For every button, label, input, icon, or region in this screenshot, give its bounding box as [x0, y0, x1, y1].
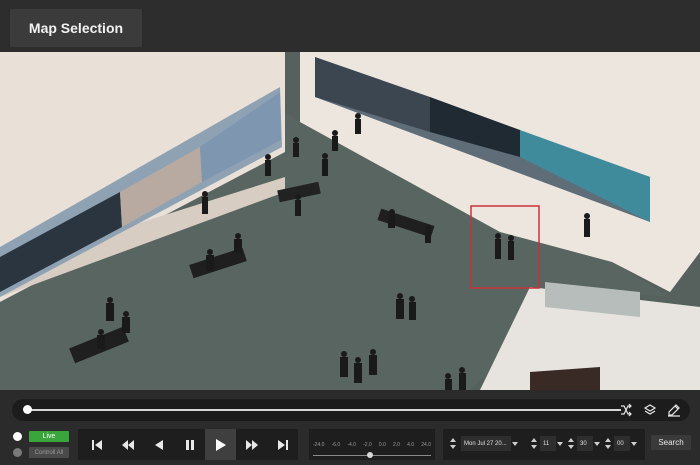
step-back-icon[interactable] [143, 429, 174, 460]
speed-tick-label: -4.0 [347, 442, 356, 448]
edit-icon[interactable] [666, 402, 682, 418]
layers-icon[interactable] [642, 402, 658, 418]
control-all-button[interactable]: Controll All [29, 447, 69, 458]
hour-spinner-icon[interactable] [531, 437, 537, 450]
control-bar: Live Controll All -24.0 -6.0 -4.0 -2.0 0… [0, 425, 700, 465]
camera-scene [0, 52, 700, 390]
live-radio[interactable] [13, 432, 22, 441]
hour-dropdown-icon[interactable] [557, 437, 563, 450]
second-spinner-icon[interactable] [605, 437, 611, 450]
control-all-radio[interactable] [13, 448, 22, 457]
rewind-icon[interactable] [112, 429, 143, 460]
speed-tick-label: -24.0 [313, 442, 325, 448]
play-icon[interactable] [205, 429, 236, 460]
timeline-scrubber-knob[interactable] [23, 405, 32, 414]
minute-dropdown-icon[interactable] [594, 437, 600, 450]
app-header: Map Selection [0, 0, 700, 52]
speed-tick-label: -2.0 [363, 442, 372, 448]
playback-speed-slider[interactable]: -24.0 -6.0 -4.0 -2.0 0.0 2.0 4.0 24.0 [309, 429, 435, 460]
hour-field[interactable]: 11 [540, 436, 556, 451]
pause-icon[interactable] [174, 429, 205, 460]
speed-knob[interactable] [367, 452, 373, 458]
minute-spinner-icon[interactable] [568, 437, 574, 450]
speed-scale: -24.0 -6.0 -4.0 -2.0 0.0 2.0 4.0 24.0 [313, 442, 431, 448]
video-feed[interactable] [0, 52, 700, 390]
search-button[interactable]: Search [651, 435, 691, 450]
timeline-bar [12, 399, 690, 421]
fast-forward-icon[interactable] [236, 429, 267, 460]
skip-end-icon[interactable] [267, 429, 298, 460]
playback-controls [78, 429, 298, 460]
speed-tick-label: 2.0 [393, 442, 400, 448]
date-field[interactable]: Mon Jul 27 20... [461, 436, 511, 451]
second-field[interactable]: 00 [614, 436, 630, 451]
skip-start-icon[interactable] [81, 429, 112, 460]
date-spinner-icon[interactable] [450, 437, 456, 450]
speed-tick-label: 0.0 [378, 442, 386, 448]
live-button[interactable]: Live [29, 431, 69, 442]
speed-tick-label: -6.0 [331, 442, 341, 448]
minute-field[interactable]: 30 [577, 436, 593, 451]
speed-tick-label: 24.0 [421, 442, 431, 448]
datetime-picker: Mon Jul 27 20... 11 30 00 [443, 429, 645, 460]
tab-map-selection[interactable]: Map Selection [10, 9, 142, 47]
timeline-track[interactable] [26, 409, 621, 411]
shuffle-icon[interactable] [618, 402, 634, 418]
date-dropdown-icon[interactable] [512, 437, 518, 450]
second-dropdown-icon[interactable] [631, 437, 637, 450]
speed-tick-label: 4.0 [407, 442, 415, 448]
